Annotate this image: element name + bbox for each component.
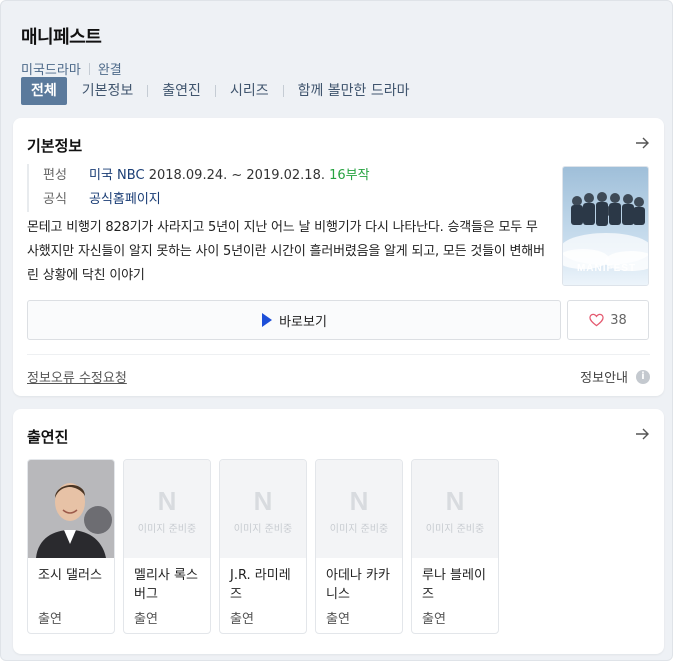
schedule-value: 미국 NBC 2018.09.24. ~ 2019.02.18. 16부작 <box>89 164 370 188</box>
info-icon: i <box>636 369 650 384</box>
episodes-link[interactable]: 16부작 <box>329 168 369 183</box>
subtitle: 미국드라마 완결 <box>21 59 122 78</box>
cast-name: 멜리사 록스버그 <box>134 568 198 602</box>
tab-all[interactable]: 전체 <box>21 77 67 105</box>
divider <box>282 85 284 97</box>
cast-name: 아데나 카카니스 <box>326 568 390 602</box>
placeholder-text: 이미지 준비중 <box>137 524 197 535</box>
tab-recommended[interactable]: 함께 볼만한 드라마 <box>298 77 410 105</box>
broadcaster-link[interactable]: 미국 NBC <box>89 168 145 183</box>
section-title: 기본정보 <box>27 137 83 155</box>
poster-title: MANIFEST <box>577 263 636 274</box>
cast-role: 출연 <box>134 612 158 627</box>
watch-now-label: 바로보기 <box>279 314 327 330</box>
tab-basic-info[interactable]: 기본정보 <box>82 77 134 105</box>
like-count: 38 <box>610 312 627 328</box>
cast-photo <box>28 460 114 558</box>
cast-item[interactable]: N 이미지 준비중 루나 블레이즈 출연 <box>411 459 499 634</box>
cast-photo-placeholder: N 이미지 준비중 <box>316 460 402 558</box>
like-button[interactable]: 38 <box>567 300 649 340</box>
info-list: 편성 미국 NBC 2018.09.24. ~ 2019.02.18. 16부작… <box>27 164 370 212</box>
placeholder-text: 이미지 준비중 <box>329 524 389 535</box>
naver-logo-icon: N <box>445 486 465 516</box>
cast-photo-placeholder: N 이미지 준비중 <box>124 460 210 558</box>
arrow-right-icon[interactable] <box>634 135 650 151</box>
play-icon <box>262 313 273 327</box>
report-error-link[interactable]: 정보오류 수정요청 <box>27 367 127 386</box>
page-title: 매니페스트 <box>21 27 102 48</box>
broadcast-period: 2018.09.24. ~ 2019.02.18. <box>148 168 325 183</box>
section-title: 출연진 <box>27 428 69 446</box>
cast-role: 출연 <box>38 612 62 627</box>
watch-now-button[interactable]: 바로보기 <box>27 300 561 340</box>
official-homepage-link[interactable]: 공식홈페이지 <box>89 188 161 212</box>
cast-role: 출연 <box>326 612 350 627</box>
cast-role: 출연 <box>230 612 254 627</box>
placeholder-text: 이미지 준비중 <box>425 524 485 535</box>
page-frame: 매니페스트 미국드라마 완결 전체 기본정보 출연진 시리즈 함께 볼만한 드라… <box>0 0 673 661</box>
cast-name: J.R. 라미레즈 <box>230 568 291 602</box>
info-guide-label: 정보안내 <box>580 371 628 386</box>
header: 매니페스트 미국드라마 완결 <box>21 23 122 78</box>
cast-card: 출연진 조시 댈러스 출연 N 이미지 준비중 멜리사 록스버그 출연 N 이미… <box>13 409 664 654</box>
naver-logo-icon: N <box>349 486 369 516</box>
tab-bar: 전체 기본정보 출연진 시리즈 함께 볼만한 드라마 <box>21 77 410 105</box>
cast-item[interactable]: N 이미지 준비중 아데나 카카니스 출연 <box>315 459 403 634</box>
official-row: 공식 공식홈페이지 <box>43 188 370 212</box>
info-guide-button[interactable]: 정보안내 i <box>580 367 650 386</box>
divider <box>88 62 90 75</box>
cast-photo-placeholder: N 이미지 준비중 <box>220 460 306 558</box>
cast-name: 루나 블레이즈 <box>422 568 486 602</box>
synopsis: 몬테고 비행기 828기가 사라지고 5년이 지난 어느 날 비행기가 다시 나… <box>27 220 545 283</box>
cast-item[interactable]: N 이미지 준비중 멜리사 록스버그 출연 <box>123 459 211 634</box>
divider <box>147 85 149 97</box>
cast-photo-placeholder: N 이미지 준비중 <box>412 460 498 558</box>
official-label: 공식 <box>43 192 67 207</box>
heart-icon <box>589 313 604 327</box>
divider <box>27 354 650 355</box>
divider <box>214 85 216 97</box>
basic-info-card: 기본정보 편성 미국 NBC 2018.09.24. ~ 2019.02.18.… <box>13 118 664 396</box>
tab-series[interactable]: 시리즈 <box>230 77 269 105</box>
status-text: 완결 <box>97 63 122 78</box>
cast-item[interactable]: N 이미지 준비중 J.R. 라미레즈 출연 <box>219 459 307 634</box>
schedule-label: 편성 <box>43 168 67 183</box>
arrow-right-icon[interactable] <box>634 426 650 442</box>
cast-name: 조시 댈러스 <box>38 568 102 583</box>
genre-link[interactable]: 미국드라마 <box>21 59 81 78</box>
schedule-row: 편성 미국 NBC 2018.09.24. ~ 2019.02.18. 16부작 <box>43 164 370 188</box>
person-photo <box>28 460 114 558</box>
naver-logo-icon: N <box>253 486 273 516</box>
poster-art: MANIFEST <box>563 167 648 285</box>
poster-image[interactable]: MANIFEST <box>562 166 649 286</box>
placeholder-text: 이미지 준비중 <box>233 524 293 535</box>
cast-list: 조시 댈러스 출연 N 이미지 준비중 멜리사 록스버그 출연 N 이미지 준비… <box>27 459 507 634</box>
naver-logo-icon: N <box>157 486 177 516</box>
tab-cast[interactable]: 출연진 <box>162 77 201 105</box>
cast-item[interactable]: 조시 댈러스 출연 <box>27 459 115 634</box>
cast-role: 출연 <box>422 612 446 627</box>
